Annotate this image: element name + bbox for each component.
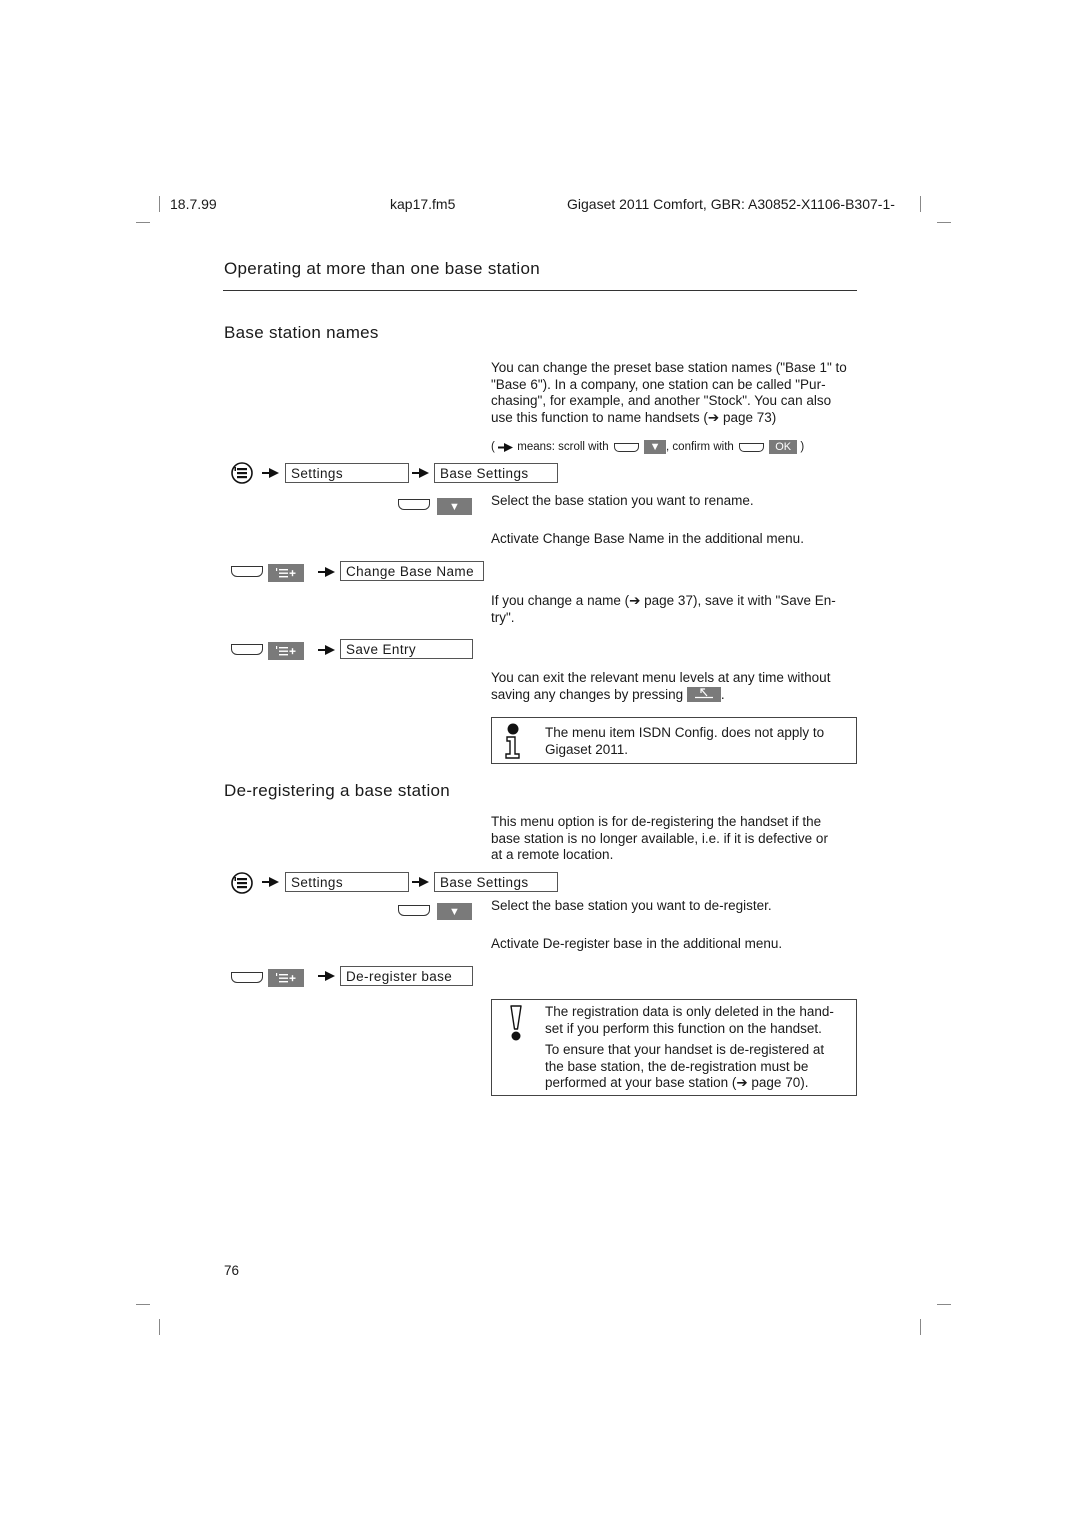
legend-line: ( means: scroll with ▼, confirm with OK … [491, 440, 804, 455]
menu-item-settings[interactable]: Settings [285, 872, 409, 892]
exit-paragraph: You can exit the relevant menu levels at… [491, 670, 830, 703]
legend-paren: ( [491, 441, 495, 454]
text-line: try". [491, 609, 515, 625]
menu-item-settings[interactable]: Settings [285, 463, 409, 483]
header-product: Gigaset 2011 Comfort, GBR: A30852-X1106-… [567, 196, 895, 212]
info-icon [505, 723, 520, 759]
text-line: chasing", for example, and another "Stoc… [491, 393, 832, 408]
options-menu-key[interactable] [268, 564, 304, 582]
text-line: use this function to name handsets (➔ pa… [491, 409, 777, 425]
crop-mark [136, 1304, 150, 1305]
arrow-icon [412, 468, 429, 478]
text-punct: . [720, 686, 725, 702]
chapter-title: Operating at more than one base station [224, 259, 541, 278]
down-arrow-key-icon: ▼ [644, 440, 667, 454]
crop-mark [136, 222, 150, 223]
arrow-icon [318, 645, 335, 655]
softkey-icon[interactable] [231, 644, 263, 655]
arrow-icon [318, 567, 335, 577]
crop-mark [159, 196, 160, 212]
menu-key-icon [231, 872, 253, 894]
menu-item-base-settings[interactable]: Base Settings [434, 463, 558, 483]
intro-paragraph: This menu option is for de-registering t… [491, 814, 828, 864]
title-rule [223, 290, 857, 291]
page-number: 76 [224, 1263, 240, 1278]
text-line: "Base 6"). In a company, one station can… [491, 376, 826, 392]
step-activate-text: Activate Change Base Name in the additio… [491, 531, 804, 546]
step-change-text: If you change a name (➔ page 37), save i… [491, 593, 836, 626]
options-menu-key[interactable] [268, 969, 304, 987]
warning-note: The registration data is only deleted in… [491, 999, 857, 1096]
softkey-icon[interactable] [398, 905, 430, 916]
arrow-icon [262, 468, 279, 478]
arrow-icon [498, 442, 514, 452]
text-line: This menu option is for de-registering t… [491, 814, 822, 829]
menu-key-icon [231, 462, 253, 484]
down-arrow-key[interactable]: ▼ [437, 498, 472, 515]
text-line: Gigaset 2011. [545, 741, 629, 757]
menu-item-change-base-name[interactable]: Change Base Name [340, 561, 484, 581]
text-line: The registration data is only deleted in… [545, 1004, 834, 1019]
section-title-base-names: Base station names [224, 323, 379, 342]
legend-text: means: scroll with [517, 441, 609, 454]
down-arrow-key[interactable]: ▼ [437, 903, 472, 920]
arrow-icon [262, 877, 279, 887]
crop-mark [920, 1319, 921, 1335]
text-line: performed at your base station (➔ page 7… [545, 1075, 809, 1090]
softkey-icon[interactable] [231, 972, 263, 983]
softkey-icon [739, 442, 764, 452]
text-line: If you change a name (➔ page 37), save i… [491, 593, 836, 608]
info-note: The menu item ISDN Config. does not appl… [491, 717, 857, 764]
text-line: base station is no longer available, i.e… [491, 830, 828, 846]
menu-item-base-settings[interactable]: Base Settings [434, 872, 558, 892]
legend-text: , confirm with [666, 441, 734, 454]
text-line: The menu item ISDN Config. does not appl… [545, 725, 825, 740]
softkey-icon[interactable] [398, 499, 430, 510]
text-line: set if you perform this function on the … [545, 1020, 822, 1036]
crop-mark [159, 1319, 160, 1335]
arrow-icon [412, 877, 429, 887]
crop-mark [937, 222, 951, 223]
options-plus-icon [276, 568, 296, 578]
menu-item-save-entry[interactable]: Save Entry [340, 639, 473, 659]
options-plus-icon [276, 646, 296, 656]
legend-paren: ) [800, 441, 805, 454]
options-menu-key[interactable] [268, 642, 304, 660]
step-activate-text: Activate De-register base in the additio… [491, 936, 783, 951]
back-key-icon [686, 687, 721, 703]
softkey-icon [613, 442, 639, 452]
intro-paragraph: You can change the preset base station n… [491, 360, 861, 426]
exclamation-icon [510, 1005, 522, 1041]
arrow-icon [318, 971, 335, 981]
ok-key-icon: OK [769, 440, 798, 454]
text-line: You can change the preset base station n… [491, 360, 847, 375]
text-line: saving any changes by pressing [491, 686, 684, 702]
options-plus-icon [276, 973, 296, 983]
menu-item-de-register-base[interactable]: De-register base [340, 966, 473, 986]
text-line: You can exit the relevant menu levels at… [491, 670, 831, 685]
text-line: at a remote location. [491, 847, 614, 862]
text-line: the base station, the de-registration mu… [545, 1058, 809, 1074]
crop-mark [920, 196, 921, 212]
text-line: To ensure that your handset is de-regist… [545, 1042, 825, 1057]
step-select-text: Select the base station you want to de-r… [491, 898, 772, 913]
softkey-icon[interactable] [231, 566, 263, 577]
header-file: kap17.fm5 [390, 196, 456, 212]
step-select-text: Select the base station you want to rena… [491, 493, 754, 508]
header-date: 18.7.99 [170, 196, 217, 212]
section-title-deregistering: De-registering a base station [224, 781, 451, 800]
crop-mark [937, 1304, 951, 1305]
